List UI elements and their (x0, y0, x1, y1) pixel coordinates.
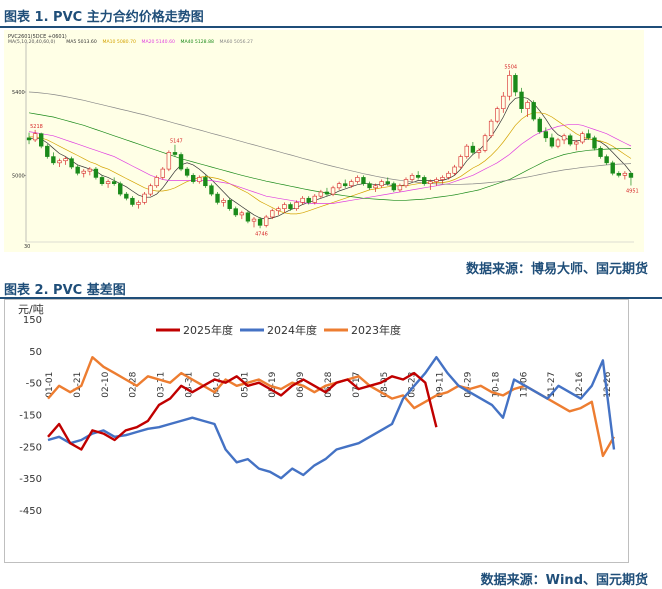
kline-chart: PVC2601(5DCE +0601) MA(5,10,20,40,60,0) M… (4, 30, 644, 252)
basis-y-tick-label: 150 (23, 315, 42, 326)
candle (160, 167, 165, 180)
candle (245, 210, 251, 224)
candle (592, 135, 597, 151)
figure-1-title-rule (0, 26, 662, 28)
candle (142, 192, 147, 205)
candle (39, 132, 44, 149)
basis-x-tick-label: 03-11 (157, 372, 167, 398)
basis-legend-label: 2024年度 (267, 323, 317, 337)
candle (580, 131, 585, 145)
basis-x-tick-label: 02-10 (101, 371, 111, 397)
candle (45, 144, 50, 159)
candle (69, 156, 74, 170)
kline-background (4, 30, 644, 252)
basis-y-tick-label: -250 (19, 442, 42, 453)
basis-y-tick-label: -150 (19, 411, 42, 422)
candle (495, 106, 500, 124)
kline-annotation: 5147 (170, 139, 183, 145)
candle (263, 214, 269, 228)
basis-y-tick-label: -50 (26, 379, 42, 390)
kline-corner-label: 30 (24, 244, 30, 250)
candle (482, 133, 488, 153)
kline-annotation: 4951 (626, 189, 639, 195)
figure-2-title: 图表 2. PVC 基差图 (4, 283, 126, 298)
kline-y-tick-label: 5400 (12, 90, 25, 96)
figure-1-source: 数据来源：博易大师、国元期货 (465, 262, 648, 277)
candle (215, 192, 220, 205)
candle (93, 167, 99, 180)
candle (118, 181, 123, 197)
candle (458, 154, 463, 170)
candle (598, 146, 603, 159)
candle (227, 198, 232, 211)
basis-chart: 元/吨 15050-50-150-250-350-450 2025年度 2024年… (4, 299, 629, 563)
kline-ma-header-item: MA5 5013.60 (66, 39, 97, 45)
candle (178, 152, 184, 172)
kline-annotation: 4746 (255, 231, 268, 237)
kline-annotation: 5218 (30, 124, 43, 130)
kline-ma-header-item: MA20 5140.60 (142, 39, 175, 45)
candle (154, 175, 159, 188)
kline-y-tick-label: 5000 (12, 173, 25, 179)
kline-annotation: 5504 (504, 64, 517, 70)
figure-2-source: 数据来源：Wind、国元期货 (480, 573, 648, 588)
candle (610, 160, 615, 176)
basis-legend-label: 2025年度 (183, 323, 233, 337)
candle (203, 175, 208, 188)
basis-legend-label: 2023年度 (351, 323, 401, 337)
candle (209, 183, 214, 197)
candle (567, 133, 573, 147)
kline-ma-header-item: MA60 5056.27 (220, 39, 253, 45)
candle (464, 144, 469, 159)
kline-ma-header-item: MA40 5128.88 (181, 39, 214, 45)
candle (148, 183, 153, 197)
basis-y-tick-label: 50 (29, 347, 42, 358)
candle (488, 119, 494, 138)
kline-ma-header-item: MA10 5080.70 (103, 39, 136, 45)
kline-ma-header-item: MA(5,10,20,40,60,0) (8, 39, 55, 45)
candle (166, 150, 172, 172)
figure-1-title: 图表 1. PVC 主力合约价格走势图 (4, 10, 204, 25)
basis-y-tick-label: -450 (19, 506, 42, 517)
candle (537, 117, 542, 134)
candle (531, 100, 536, 122)
basis-y-tick-label: -350 (19, 474, 42, 485)
